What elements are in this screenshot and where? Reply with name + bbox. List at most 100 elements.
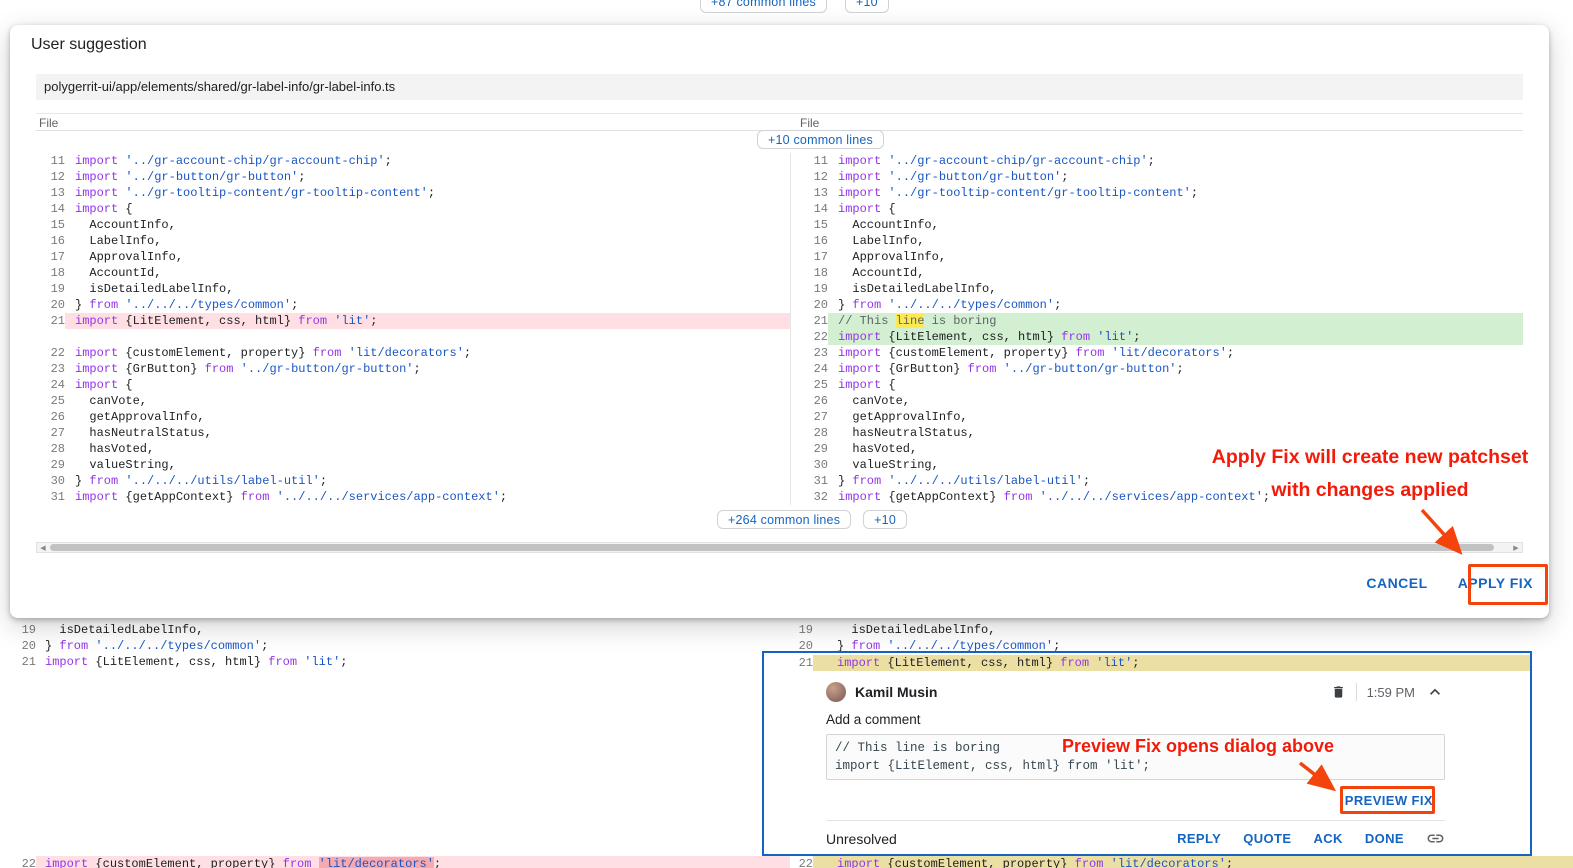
line-number[interactable]: 29 [791, 441, 828, 457]
code-text: AccountInfo, [65, 217, 790, 233]
line-number[interactable]: 28 [36, 441, 65, 457]
line-number[interactable]: 22 [36, 345, 65, 361]
line-number[interactable]: 27 [36, 425, 65, 441]
code-text: import {LitElement, css, html} from 'lit… [36, 654, 790, 670]
line-number[interactable]: 26 [36, 409, 65, 425]
header-divider [1356, 683, 1357, 701]
line-number[interactable]: 21 [0, 654, 36, 670]
line-number[interactable]: 21 [791, 313, 828, 329]
apply-fix-button[interactable]: APPLY FIX [1458, 575, 1533, 591]
code-line: 17 ApprovalInfo, [791, 249, 1523, 265]
line-number[interactable]: 11 [791, 153, 828, 169]
line-number[interactable]: 29 [36, 457, 65, 473]
code-text: import {getAppContext} from '../../../se… [65, 489, 790, 505]
line-number[interactable]: 12 [791, 169, 828, 185]
line-number[interactable]: 28 [791, 425, 828, 441]
line-number[interactable]: 11 [36, 153, 65, 169]
line-number[interactable]: 30 [791, 457, 828, 473]
line-number[interactable]: 26 [791, 393, 828, 409]
line-number[interactable]: 20 [791, 297, 828, 313]
link-icon[interactable] [1426, 829, 1445, 848]
line-number[interactable]: 30 [36, 473, 65, 489]
code-line: 27 getApprovalInfo, [791, 409, 1523, 425]
scroll-right-arrow-icon[interactable]: ▶ [1510, 543, 1522, 552]
code-text: ApprovalInfo, [65, 249, 790, 265]
suggestion-code-block: // This line is boring import {LitElemen… [826, 734, 1445, 780]
line-number[interactable]: 22 [0, 856, 36, 868]
expand-more-lines-button[interactable]: +10 [863, 510, 907, 529]
line-number[interactable]: 18 [36, 265, 65, 281]
expand-common-lines-button[interactable]: +264 common lines [717, 510, 851, 529]
expand-more-lines-button[interactable]: +10 [845, 0, 889, 13]
scrollbar-thumb[interactable] [50, 544, 1494, 551]
code-text: import '../gr-account-chip/gr-account-ch… [65, 153, 790, 169]
line-number[interactable]: 21 [36, 313, 65, 329]
line-number[interactable]: 22 [791, 329, 828, 345]
line-number[interactable]: 18 [791, 265, 828, 281]
line-number[interactable] [36, 329, 65, 345]
line-number[interactable]: 31 [791, 473, 828, 489]
line-number[interactable]: 25 [36, 393, 65, 409]
code-line: 12import '../gr-button/gr-button'; [791, 169, 1523, 185]
line-number[interactable]: 19 [791, 281, 828, 297]
chevron-up-icon[interactable] [1425, 682, 1445, 702]
line-number[interactable]: 13 [791, 185, 828, 201]
line-number[interactable]: 25 [791, 377, 828, 393]
line-number[interactable]: 13 [36, 185, 65, 201]
ack-button[interactable]: ACK [1313, 831, 1342, 846]
code-line: 19 isDetailedLabelInfo, [791, 281, 1523, 297]
code-line: 13import '../gr-tooltip-content/gr-toolt… [791, 185, 1523, 201]
line-number[interactable]: 14 [36, 201, 65, 217]
line-number[interactable]: 19 [36, 281, 65, 297]
line-number[interactable]: 16 [791, 233, 828, 249]
comment-text[interactable]: Add a comment [826, 712, 1445, 727]
reply-button[interactable]: REPLY [1177, 831, 1221, 846]
line-number[interactable]: 17 [791, 249, 828, 265]
comment-timestamp: 1:59 PM [1367, 685, 1415, 700]
expand-common-lines-button[interactable]: +87 common lines [700, 0, 827, 13]
code-text: import '../gr-button/gr-button'; [65, 169, 790, 185]
code-line: 26 canVote, [791, 393, 1523, 409]
code-text: LabelInfo, [65, 233, 790, 249]
code-text: import {getAppContext} from '../../../se… [828, 489, 1523, 505]
line-number[interactable]: 24 [791, 361, 828, 377]
preview-fix-button[interactable]: PREVIEW FIX [1345, 793, 1433, 808]
line-number[interactable]: 19 [0, 622, 36, 638]
line-number[interactable]: 22 [780, 856, 813, 868]
code-line: 30 valueString, [791, 457, 1523, 473]
code-text: AccountInfo, [828, 217, 1523, 233]
line-number[interactable]: 20 [0, 638, 36, 654]
code-line: 28 hasVoted, [36, 441, 790, 457]
background-right-pane: 19 isDetailedLabelInfo,20} from '../../.… [780, 622, 1573, 654]
line-number[interactable]: 27 [791, 409, 828, 425]
line-number[interactable]: 31 [36, 489, 65, 505]
done-button[interactable]: DONE [1365, 831, 1404, 846]
line-number[interactable]: 20 [36, 297, 65, 313]
line-number[interactable]: 23 [791, 345, 828, 361]
quote-button[interactable]: QUOTE [1243, 831, 1291, 846]
line-number[interactable]: 21 [764, 655, 813, 671]
code-line: 19 isDetailedLabelInfo, [36, 281, 790, 297]
line-number[interactable]: 19 [780, 622, 813, 638]
code-line: 22import {LitElement, css, html} from 'l… [791, 329, 1523, 345]
line-number[interactable]: 24 [36, 377, 65, 393]
line-number[interactable]: 23 [36, 361, 65, 377]
code-line: 21import {LitElement, css, html} from 'l… [0, 654, 790, 670]
line-number[interactable]: 12 [36, 169, 65, 185]
line-number[interactable]: 15 [36, 217, 65, 233]
line-number[interactable]: 16 [36, 233, 65, 249]
trash-icon[interactable] [1331, 684, 1346, 700]
line-number[interactable]: 14 [791, 201, 828, 217]
line-number[interactable]: 15 [791, 217, 828, 233]
line-number[interactable]: 32 [791, 489, 828, 505]
code-line: 24import { [36, 377, 790, 393]
horizontal-scrollbar[interactable]: ◀ ▶ [36, 542, 1523, 553]
scroll-left-arrow-icon[interactable]: ◀ [37, 543, 49, 552]
code-line: 23import {GrButton} from '../gr-button/g… [36, 361, 790, 377]
expand-common-lines-button[interactable]: +10 common lines [757, 130, 884, 149]
user-suggestion-dialog: User suggestion polygerrit-ui/app/elemen… [10, 25, 1549, 618]
line-number[interactable]: 17 [36, 249, 65, 265]
cancel-button[interactable]: CANCEL [1366, 575, 1427, 591]
code-text: import {LitElement, css, html} from 'lit… [65, 313, 790, 329]
code-line: 24import {GrButton} from '../gr-button/g… [791, 361, 1523, 377]
